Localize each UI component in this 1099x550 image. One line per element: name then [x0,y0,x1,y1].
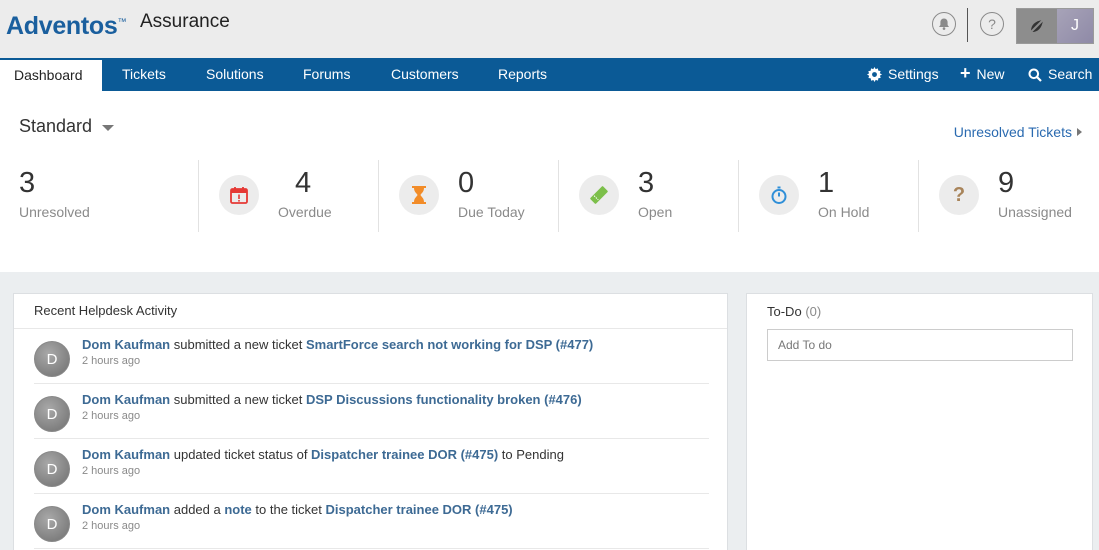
user-menu[interactable]: J [1016,8,1094,44]
ticket-link[interactable]: DSP Discussions functionality broken (#4… [306,392,582,407]
search-button[interactable]: Search [1028,58,1092,91]
stat-open[interactable]: 3 Open [559,160,738,232]
chevron-down-icon [102,125,115,131]
activity-text: Dom Kaufman updated ticket status of Dis… [82,447,564,462]
tab-forums[interactable]: Forums [303,58,350,91]
activity-action: submitted a new ticket [170,337,306,352]
logo-trademark: ™ [117,16,127,27]
stat-label: Unresolved [19,204,90,220]
stat-due-today[interactable]: 0 Due Today [379,160,558,232]
todo-header: To-Do (0) [747,294,1092,319]
app-logo[interactable]: Adventos™ [6,12,127,41]
stat-label: Due Today [458,204,525,220]
activity-timestamp: 2 hours ago [82,465,141,477]
avatar[interactable]: D [34,341,70,377]
tab-solutions[interactable]: Solutions [206,58,264,91]
stat-count: 3 [638,167,655,199]
agent-status-icon[interactable] [1017,9,1057,43]
avatar[interactable]: D [34,451,70,487]
stat-unresolved[interactable]: 3 Unresolved [0,160,198,232]
dashboard-summary: Standard Unresolved Tickets 3 Unresolved… [0,91,1099,272]
activity-item: D Dom Kaufman submitted a new ticket Sma… [34,329,709,384]
tab-reports[interactable]: Reports [498,58,547,91]
activity-action: added a [170,502,225,517]
search-icon [1028,68,1042,82]
note-link[interactable]: note [224,502,251,517]
user-link[interactable]: Dom Kaufman [82,392,170,407]
activity-text: Dom Kaufman added a note to the ticket D… [82,502,513,517]
activity-timestamp: 2 hours ago [82,355,141,367]
main-nav: Dashboard Tickets Solutions Forums Custo… [0,58,1099,91]
gear-icon [867,67,882,82]
ticket-icon [579,175,619,215]
stat-on-hold[interactable]: 1 On Hold [739,160,918,232]
user-avatar[interactable]: J [1057,9,1093,43]
stat-count: 0 [458,167,475,199]
add-todo-input[interactable] [767,329,1073,361]
activity-timestamp: 2 hours ago [82,410,141,422]
stat-count: 4 [295,167,312,199]
header-divider [967,8,968,42]
calendar-icon [219,175,259,215]
settings-button[interactable]: Settings [867,58,939,91]
plus-icon: + [960,63,971,83]
new-label: New [976,66,1005,82]
tab-tickets[interactable]: Tickets [122,58,166,91]
top-header: Adventos™ Assurance ? J [0,0,1099,58]
stat-overdue[interactable]: 4 Overdue [199,160,378,232]
activity-panel-title: Recent Helpdesk Activity [14,294,727,329]
stat-label: On Hold [818,204,870,220]
user-link[interactable]: Dom Kaufman [82,502,170,517]
activity-action-2: to the ticket [251,502,326,517]
user-link[interactable]: Dom Kaufman [82,337,170,352]
ticket-link[interactable]: Dispatcher trainee DOR (#475) [326,502,513,517]
search-label: Search [1048,66,1093,82]
view-selector[interactable]: Standard [19,116,115,137]
stat-label: Unassigned [998,204,1072,220]
view-name: Standard [19,116,93,136]
activity-action: updated ticket status of [170,447,312,462]
activity-item: D Dom Kaufman submitted a new ticket DSP… [34,384,709,439]
stat-count: 3 [19,167,36,199]
avatar[interactable]: D [34,396,70,432]
tab-customers[interactable]: Customers [391,58,459,91]
stat-unassigned[interactable]: ? 9 Unassigned [919,160,1099,232]
question-icon: ? [939,175,979,215]
ticket-link[interactable]: Dispatcher trainee DOR (#475) [311,447,498,462]
new-button[interactable]: + New [960,58,1005,91]
stat-count: 9 [998,167,1015,199]
tab-dashboard[interactable]: Dashboard [0,60,102,91]
activity-action: submitted a new ticket [170,392,306,407]
activity-timestamp: 2 hours ago [82,520,141,532]
avatar[interactable]: D [34,506,70,542]
view-link-label: Unresolved Tickets [953,124,1072,140]
help-icon[interactable]: ? [980,12,1004,36]
unresolved-tickets-link[interactable]: Unresolved Tickets [954,124,1082,140]
activity-suffix: to Pending [498,447,564,462]
hourglass-icon [399,175,439,215]
todo-title: To-Do [767,304,802,319]
stat-count: 1 [818,167,835,199]
bell-icon[interactable] [932,12,956,36]
todo-count: (0) [805,304,822,319]
activity-item: D Dom Kaufman updated ticket status of D… [34,439,709,494]
activity-text: Dom Kaufman submitted a new ticket Smart… [82,337,593,352]
activity-item: D Dom Kaufman added a note to the ticket… [34,494,709,549]
logo-text: Adventos [6,12,118,40]
todo-panel: To-Do (0) [746,293,1093,550]
chevron-right-icon [1077,128,1082,136]
stopwatch-icon [759,175,799,215]
stat-label: Open [638,204,673,220]
stat-label: Overdue [278,204,332,220]
ticket-link[interactable]: SmartForce search not working for DSP (#… [306,337,593,352]
recent-activity-panel: Recent Helpdesk Activity D Dom Kaufman s… [13,293,728,550]
settings-label: Settings [888,66,939,82]
app-title: Assurance [140,11,230,32]
user-link[interactable]: Dom Kaufman [82,447,170,462]
activity-text: Dom Kaufman submitted a new ticket DSP D… [82,392,582,407]
